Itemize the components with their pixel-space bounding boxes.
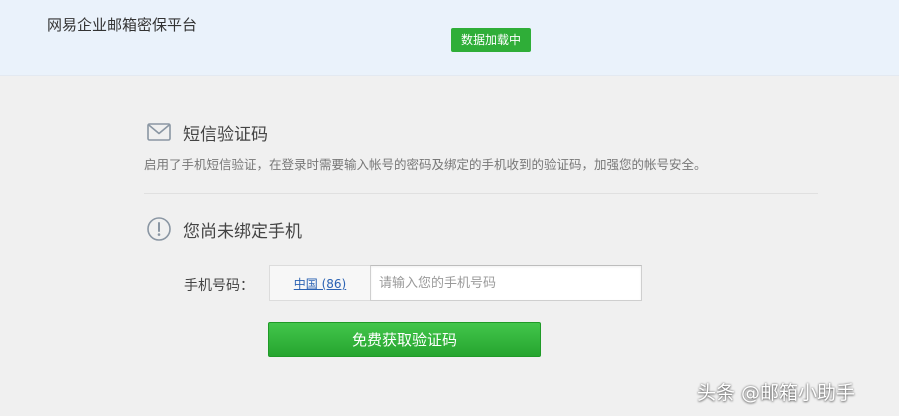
- divider: [144, 193, 818, 194]
- get-code-button[interactable]: 免费获取验证码: [268, 322, 541, 357]
- phone-label: 手机号码：: [184, 278, 254, 294]
- top-header: 网易企业邮箱密保平台 数据加载中: [0, 0, 899, 76]
- brand-title: 网易企业邮箱密保平台: [47, 16, 198, 34]
- info-circle-icon: [146, 216, 172, 242]
- bind-status-title: 您尚未绑定手机: [183, 221, 302, 242]
- bind-status-header: 您尚未绑定手机: [146, 216, 302, 242]
- sms-description: 启用了手机短信验证，在登录时需要输入帐号的密码及绑定的手机收到的验证码，加强您的…: [144, 157, 707, 172]
- status-badge: 数据加载中: [451, 28, 531, 52]
- sms-section-header: 短信验证码: [146, 119, 268, 145]
- sms-section-title: 短信验证码: [183, 124, 268, 145]
- phone-number-input[interactable]: [370, 265, 642, 301]
- watermark: 头条 @邮箱小助手: [697, 382, 856, 404]
- envelope-icon: [146, 119, 172, 145]
- country-code-selector[interactable]: 中国 (86): [269, 265, 370, 301]
